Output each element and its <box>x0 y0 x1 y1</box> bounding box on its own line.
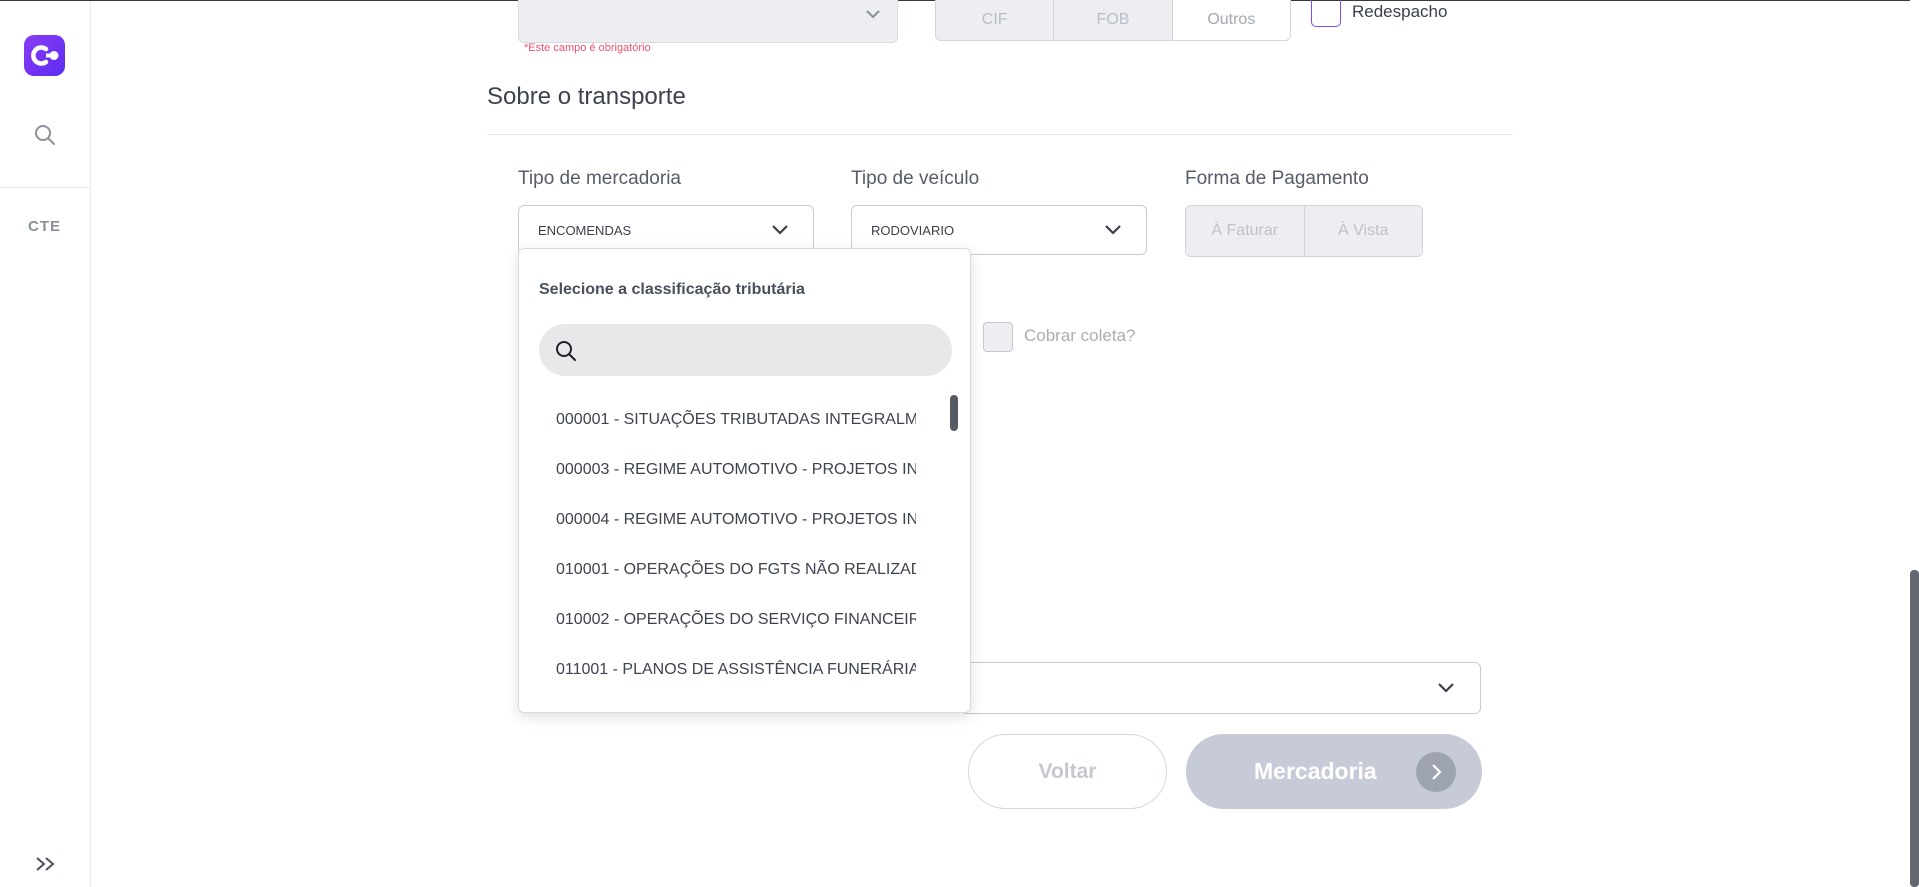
section-divider <box>487 134 1513 135</box>
list-item[interactable]: 010002 - OPERAÇÕES DO SERVIÇO FINANCEIRO <box>556 600 916 640</box>
forma-pagamento-label: Forma de Pagamento <box>1185 168 1369 189</box>
cobrar-coleta-label: Cobrar coleta? <box>1024 326 1136 345</box>
sidebar: CTE <box>0 1 91 887</box>
freight-option-fob[interactable]: FOB <box>1054 0 1173 40</box>
chevron-down-icon <box>1438 683 1454 693</box>
freight-option-outros[interactable]: Outros <box>1172 0 1290 40</box>
chevron-down-icon <box>1105 225 1121 235</box>
list-item[interactable]: 000004 - REGIME AUTOMOTIVO - PROJETOS IN… <box>556 500 916 540</box>
tipo-mercadoria-label: Tipo de mercadoria <box>518 168 681 189</box>
dropdown-search <box>539 324 952 376</box>
search-icon <box>556 341 576 361</box>
payment-option-vista[interactable]: À Vista <box>1304 206 1422 256</box>
sidebar-item-cte[interactable]: CTE <box>28 218 61 235</box>
next-button-label: Mercadoria <box>1254 758 1377 784</box>
search-icon[interactable] <box>33 123 57 147</box>
chevron-down-icon <box>866 10 880 19</box>
redespacho-checkbox[interactable] <box>1311 0 1341 27</box>
required-message: *Este campo é obrigatório <box>524 42 651 54</box>
list-item[interactable]: 010001 - OPERAÇÕES DO FGTS NÃO REALIZADA… <box>556 550 916 590</box>
select-field-partial[interactable] <box>518 0 898 43</box>
list-item[interactable]: 011001 - PLANOS DE ASSISTÊNCIA FUNERÁRIA… <box>556 650 916 690</box>
redespacho-label: Redespacho <box>1352 2 1448 21</box>
dropdown-search-input[interactable] <box>591 334 935 368</box>
dropdown-scrollbar[interactable] <box>950 395 958 431</box>
cobrar-coleta-checkbox[interactable] <box>983 322 1013 352</box>
back-button[interactable]: Voltar <box>968 734 1167 809</box>
chevron-right-icon <box>1416 752 1456 792</box>
payment-option-faturar[interactable]: À Faturar <box>1186 206 1305 256</box>
lower-select-field[interactable] <box>960 662 1481 714</box>
tipo-mercadoria-value: ENCOMENDAS <box>538 223 632 238</box>
section-title: Sobre o transporte <box>487 83 686 110</box>
tax-classification-dropdown: Selecione a classificação tributária 000… <box>518 248 971 713</box>
page-scrollbar[interactable] <box>1910 570 1919 887</box>
dropdown-title: Selecione a classificação tributária <box>539 281 805 298</box>
next-button[interactable]: Mercadoria <box>1186 734 1482 809</box>
freight-option-cif[interactable]: CIF <box>936 0 1055 40</box>
tipo-veiculo-value: RODOVIARIO <box>871 223 955 238</box>
sidebar-divider <box>0 187 90 188</box>
list-item[interactable]: 000003 - REGIME AUTOMOTIVO - PROJETOS IN… <box>556 450 916 490</box>
double-chevron-right-icon[interactable] <box>33 854 59 874</box>
list-item[interactable]: 000001 - SITUAÇÕES TRIBUTADAS INTEGRALM.… <box>556 400 916 440</box>
freight-type-segment: CIF FOB Outros <box>935 0 1291 41</box>
chevron-down-icon <box>772 225 788 235</box>
payment-segment: À Faturar À Vista <box>1185 205 1423 257</box>
logo-icon[interactable] <box>24 35 65 76</box>
tipo-veiculo-label: Tipo de veículo <box>851 168 980 189</box>
